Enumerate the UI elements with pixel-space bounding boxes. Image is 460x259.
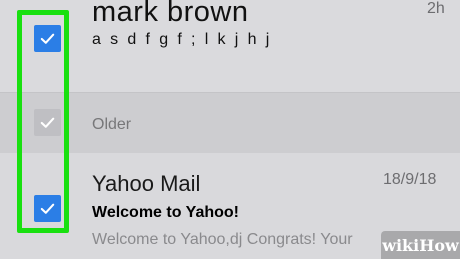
email-time: 18/9/18 <box>383 171 437 188</box>
email-sender: Yahoo Mail <box>92 171 201 196</box>
email-sender: mark brown <box>92 0 249 28</box>
wikihow-watermark: wikiHow <box>381 231 460 259</box>
email-row-mark-brown[interactable]: mark brown 2h a s d f g f ; l k j h j <box>0 0 460 92</box>
email-subject: Welcome to Yahoo! <box>92 204 239 221</box>
select-group-checkbox[interactable] <box>34 109 61 136</box>
email-preview: Welcome to Yahoo,dj Congrats! Your <box>92 231 353 248</box>
section-header-older <box>0 93 460 153</box>
watermark-text: wikiHow <box>382 235 459 255</box>
email-snippet: a s d f g f ; l k j h j <box>92 31 272 48</box>
email-time: 2h <box>427 0 445 17</box>
email-checkbox-checked[interactable] <box>34 195 61 222</box>
checkmark-icon <box>40 117 55 128</box>
email-checkbox-checked[interactable] <box>34 25 61 52</box>
checkmark-icon <box>40 33 55 44</box>
checkmark-icon <box>40 203 55 214</box>
section-label: Older <box>92 116 132 133</box>
